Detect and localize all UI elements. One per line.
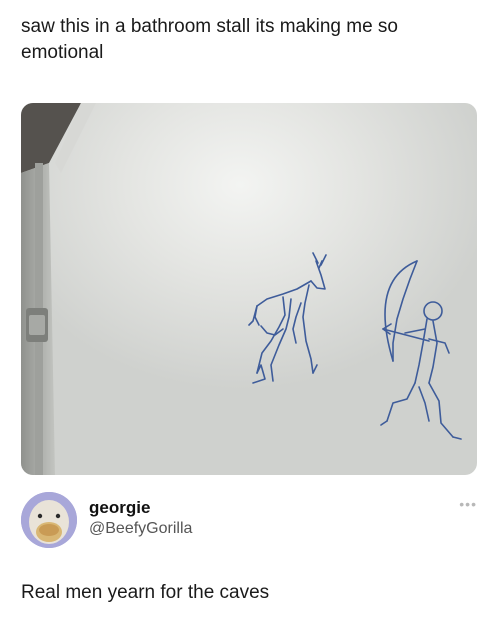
user-handle[interactable]: @BeefyGorilla xyxy=(89,520,192,538)
post-caption: saw this in a bathroom stall its making … xyxy=(21,16,398,63)
post-photo[interactable] xyxy=(21,103,477,475)
avatar[interactable] xyxy=(21,492,77,548)
comment-text: Real men yearn for the caves xyxy=(21,582,270,603)
user-name[interactable]: georgie xyxy=(89,498,150,518)
comment: georgie @BeefyGorilla ••• xyxy=(21,492,481,552)
more-dots-icon[interactable]: ••• xyxy=(459,496,477,512)
